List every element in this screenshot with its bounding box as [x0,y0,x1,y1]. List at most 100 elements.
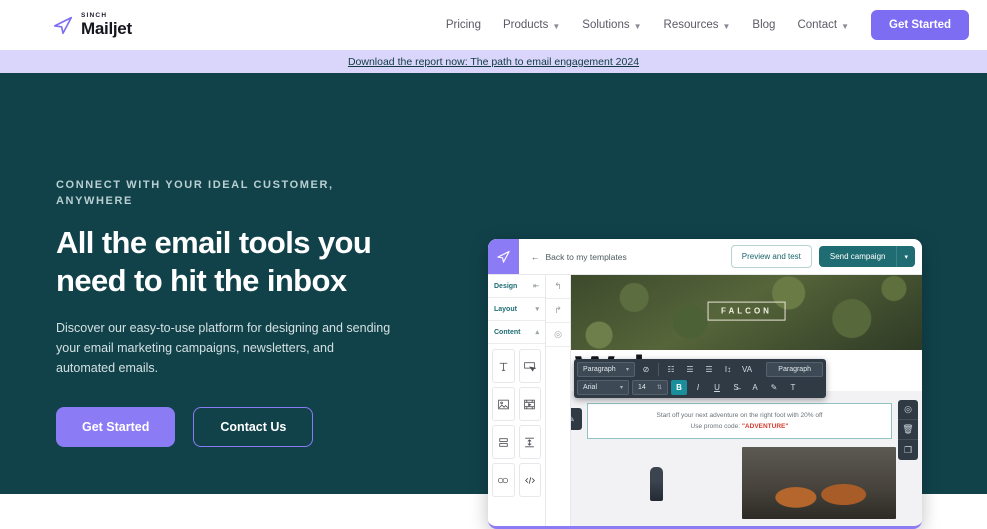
arrow-left-icon: ← [531,252,540,262]
send-campaign-button[interactable]: Send campaign [819,246,897,267]
nav-item-blog[interactable]: Blog [752,19,775,31]
rich-text-toolbar-row-2: Arial ▾ 14 ⇅ B I U S̶ A ✎ T [577,380,823,395]
font-size-value: 14 [638,384,646,391]
hiker-photo[interactable] [579,447,733,519]
boots-photo[interactable] [742,447,896,519]
collapse-panel-icon: ⇤ [533,282,539,290]
nav-item-label: Pricing [446,19,481,31]
delete-block-icon[interactable]: 🗑 [898,420,918,440]
editor-toolbar-actions: Preview and test Send campaign ▾ [731,239,922,274]
stepper-arrows-icon: ⇅ [657,384,662,391]
align-icon[interactable]: ☰ [701,362,717,377]
preview-and-test-button[interactable]: Preview and test [731,245,812,268]
selected-text-block[interactable]: ✎ Start off your next adventure on the r… [587,403,892,439]
bold-icon[interactable]: B [671,380,687,395]
paper-plane-icon [52,14,74,36]
nav-item-contact[interactable]: Contact ▼ [797,19,849,31]
line-height-icon[interactable]: I↕ [720,362,736,377]
rich-text-toolbar-row-1: Paragraph ▾ ⊘ ☷ ☰ ☰ I↕ VA Paragraph [577,362,823,377]
nav-item-label: Contact [797,19,837,31]
canvas-photo-row [579,447,896,519]
nav-get-started-button[interactable]: Get Started [871,10,969,40]
hero-subtitle: Discover our easy-to-use platform for de… [56,318,396,379]
hero-get-started-button[interactable]: Get Started [56,407,175,447]
nav-item-label: Resources [664,19,719,31]
falcon-brand-box: FALCON [707,301,786,320]
back-to-templates-link[interactable]: ← Back to my templates [519,239,627,274]
image-tool[interactable] [492,387,515,421]
back-to-templates-label: Back to my templates [546,252,627,262]
panel-section-label: Layout [494,306,517,313]
hero-copy: CONNECT WITH YOUR IDEAL CUSTOMER, ANYWHE… [56,73,476,494]
highlight-icon[interactable]: ✎ [766,380,782,395]
block-actions-toolbar: ◎ 🗑 ❐ [898,400,918,460]
promo-prefix: Use promo code: [691,423,742,430]
divider-tool[interactable] [492,425,515,459]
clear-format-icon[interactable]: T [785,380,801,395]
spacer-tool[interactable] [519,425,542,459]
mailjet-logo[interactable]: SINCH Mailjet [52,13,132,38]
nav-item-label: Solutions [582,19,629,31]
content-tool-grid [488,344,545,502]
html-tool[interactable] [519,463,542,497]
nav-item-label: Products [503,19,548,31]
promo-banner-link[interactable]: Download the report now: The path to ema… [348,56,639,68]
panel-section-design[interactable]: Design ⇤ [488,275,545,298]
nav-item-pricing[interactable]: Pricing [446,19,481,31]
underline-icon[interactable]: U [709,380,725,395]
text-block-line-1: Start off your next adventure on the rig… [594,412,885,419]
rich-text-toolbar: Paragraph ▾ ⊘ ☷ ☰ ☰ I↕ VA Paragraph [574,359,826,398]
panel-section-content[interactable]: Content ▴ [488,321,545,344]
button-tool[interactable] [519,349,542,383]
undo-icon[interactable]: ↰ [546,275,570,299]
hero-contact-us-button[interactable]: Contact Us [193,407,313,447]
text-color-icon[interactable]: A [747,380,763,395]
canvas-hero-image: FALCON [571,275,922,350]
hero-eyebrow: CONNECT WITH YOUR IDEAL CUSTOMER, ANYWHE… [56,178,356,210]
letter-spacing-icon[interactable]: VA [739,362,755,377]
font-size-stepper[interactable]: 14 ⇅ [632,380,668,395]
redo-icon[interactable]: ↱ [546,299,570,323]
nav-item-products[interactable]: Products ▼ [503,19,560,31]
email-canvas: FALCON Welcome Paragraph ▾ ⊘ ☷ ☰ ☰ [571,275,922,529]
editor-toolbar: ← Back to my templates Preview and test … [488,239,922,275]
ordered-list-icon[interactable]: ☷ [663,362,679,377]
paragraph-button[interactable]: Paragraph [766,362,823,377]
comment-block-icon[interactable]: ◎ [898,400,918,420]
history-rail: ↰ ↱ ◎ [546,275,571,529]
italic-icon[interactable]: I [690,380,706,395]
text-tool[interactable] [492,349,515,383]
unordered-list-icon[interactable]: ☰ [682,362,698,377]
promo-banner: Download the report now: The path to ema… [0,50,987,73]
promo-code: "ADVENTURE" [742,423,789,430]
chevron-down-icon: ▼ [841,22,849,31]
editor-logo-icon [488,239,519,274]
link-icon[interactable]: ⊘ [638,362,654,377]
panel-section-layout[interactable]: Layout ▾ [488,298,545,321]
nav-item-solutions[interactable]: Solutions ▼ [582,19,641,31]
font-family-select[interactable]: Arial ▾ [577,380,629,395]
hero-section: CONNECT WITH YOUR IDEAL CUSTOMER, ANYWHE… [0,73,987,494]
send-campaign-caret-icon[interactable]: ▾ [896,246,915,267]
strikethrough-icon[interactable]: S̶ [728,380,744,395]
paragraph-style-select[interactable]: Paragraph ▾ [577,362,635,377]
hero-cta-group: Get Started Contact Us [56,407,476,447]
duplicate-block-icon[interactable]: ❐ [898,440,918,460]
comment-icon[interactable]: ◎ [546,323,570,347]
edit-pencil-icon[interactable]: ✎ [571,408,582,430]
video-tool[interactable] [519,387,542,421]
font-family-value: Arial [583,384,597,391]
chevron-up-icon: ▴ [535,328,539,336]
chevron-down-icon: ▾ [620,384,623,391]
email-editor-mockup: ← Back to my templates Preview and test … [488,239,922,529]
social-tool[interactable] [492,463,515,497]
paragraph-style-value: Paragraph [583,366,616,373]
chevron-down-icon: ▾ [626,366,629,373]
panel-section-label: Content [494,329,520,336]
chevron-down-icon: ▼ [722,22,730,31]
editor-body: Design ⇤ Layout ▾ Content ▴ [488,275,922,529]
top-navbar: SINCH Mailjet Pricing Products ▼ Solutio… [0,0,987,50]
send-campaign-group: Send campaign ▾ [819,246,915,267]
editor-side-panel: Design ⇤ Layout ▾ Content ▴ [488,275,546,529]
nav-item-resources[interactable]: Resources ▼ [664,19,731,31]
